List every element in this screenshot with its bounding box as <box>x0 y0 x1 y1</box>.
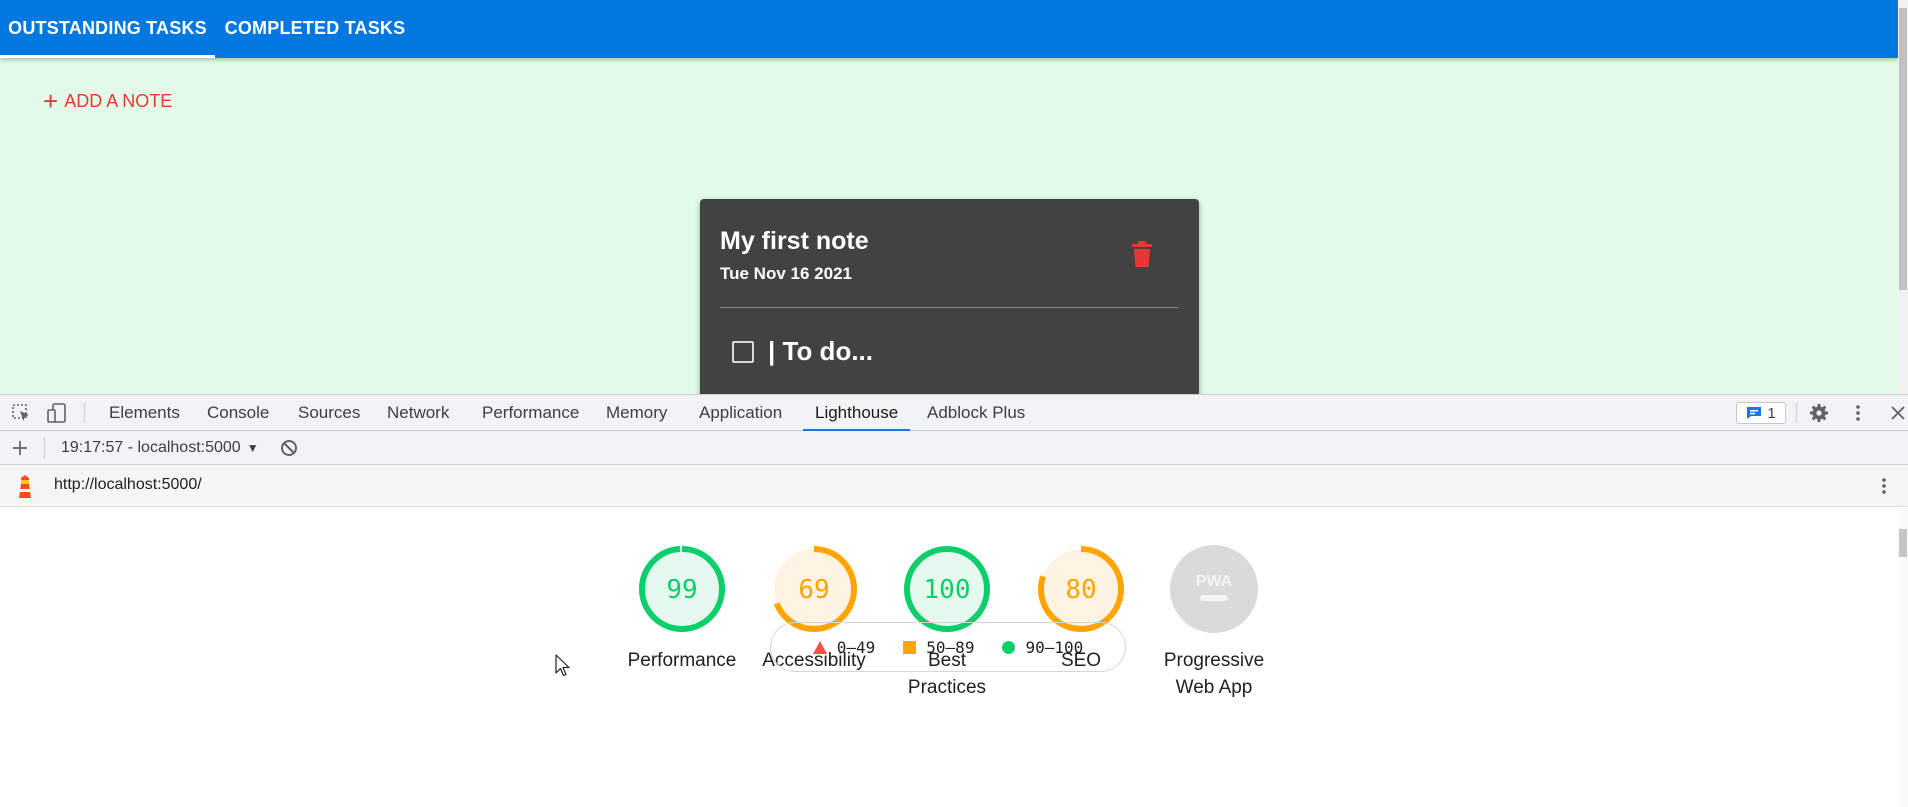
note-item-checkbox[interactable] <box>732 341 754 363</box>
report-url[interactable]: http://localhost:5000/ <box>54 476 202 494</box>
performance-label: Performance <box>627 650 737 671</box>
note-card: My first note Tue Nov 16 2021 | To do... <box>700 199 1199 394</box>
tab-lighthouse[interactable]: Lighthouse <box>802 395 911 431</box>
gauge-pwa[interactable]: PWA Progressive Web App <box>1149 543 1279 701</box>
tab-network[interactable]: Network <box>387 395 449 430</box>
inspect-element-icon[interactable] <box>11 403 31 423</box>
plus-icon[interactable] <box>10 438 30 458</box>
accessibility-score: 69 <box>798 575 829 605</box>
tab-elements[interactable]: Elements <box>109 395 180 430</box>
devtools-panel: Elements Console Sources Network Perform… <box>0 394 1908 807</box>
tab-completed-tasks[interactable]: COMPLETED TASKS <box>215 0 415 58</box>
performance-score-gauge: 99 <box>639 546 725 632</box>
toolbar-divider <box>44 438 45 458</box>
mouse-cursor-icon <box>555 654 570 677</box>
legend-fail-range: 0–49 <box>836 637 876 657</box>
kebab-menu-icon[interactable] <box>1874 476 1894 496</box>
square-icon <box>903 640 917 654</box>
note-divider <box>720 307 1178 308</box>
pwa-badge-text: PWA <box>1196 573 1233 590</box>
add-note-button[interactable]: + ADD A NOTE <box>43 88 172 114</box>
note-date: Tue Nov 16 2021 <box>720 264 852 283</box>
tab-adblock-plus[interactable]: Adblock Plus <box>927 395 1025 430</box>
tab-application[interactable]: Application <box>699 395 782 430</box>
best-practices-score: 100 <box>924 575 971 605</box>
report-select-value: 19:17:57 - localhost:5000 <box>61 439 241 456</box>
app-bar: OUTSTANDING TASKS COMPLETED TASKS <box>0 0 1898 58</box>
note-item-text[interactable]: | To do... <box>768 336 873 367</box>
device-toolbar-icon[interactable] <box>47 403 67 423</box>
app-scrollbar[interactable] <box>1898 0 1908 394</box>
report-url-bar: http://localhost:5000/ <box>0 465 1908 507</box>
report-scrollbar[interactable] <box>1898 507 1908 807</box>
pwa-dash-icon <box>1200 595 1228 601</box>
legend-average-range: 50–89 <box>926 637 975 657</box>
message-icon <box>1747 407 1762 419</box>
score-legend: 0–49 50–89 90–100 <box>770 622 1126 672</box>
pwa-label: Progressive Web App <box>1163 650 1265 698</box>
devtools-tabbar: Elements Console Sources Network Perform… <box>0 395 1908 431</box>
app-viewport: OUTSTANDING TASKS COMPLETED TASKS + ADD … <box>0 0 1908 394</box>
tab-performance[interactable]: Performance <box>482 395 579 430</box>
circle-icon <box>1002 640 1016 654</box>
caret-down-icon: ▼ <box>246 441 259 455</box>
kebab-menu-icon[interactable] <box>1848 403 1868 423</box>
gauge-performance[interactable]: 99 Performance <box>617 543 747 674</box>
seo-score: 80 <box>1065 575 1096 605</box>
report-scrollbar-thumb[interactable] <box>1899 529 1907 557</box>
tab-memory[interactable]: Memory <box>606 395 667 430</box>
toolbar-divider <box>1796 403 1797 423</box>
tab-sources[interactable]: Sources <box>298 395 360 430</box>
note-title: My first note <box>720 227 869 255</box>
trash-icon[interactable] <box>1130 241 1154 267</box>
report-select[interactable]: 19:17:57 - localhost:5000 ▼ <box>61 438 259 458</box>
legend-fail: 0–49 <box>812 637 876 657</box>
lighthouse-icon <box>19 475 31 498</box>
block-icon[interactable] <box>279 438 299 458</box>
tab-outstanding-tasks[interactable]: OUTSTANDING TASKS <box>0 0 215 58</box>
tab-console[interactable]: Console <box>207 395 269 430</box>
legend-pass: 90–100 <box>1002 638 1083 657</box>
plus-icon: + <box>43 86 59 116</box>
app-scrollbar-thumb[interactable] <box>1899 8 1907 290</box>
close-icon[interactable] <box>1888 403 1908 423</box>
triangle-icon <box>812 640 827 654</box>
performance-score: 99 <box>666 575 697 605</box>
lighthouse-toolbar: 19:17:57 - localhost:5000 ▼ <box>0 431 1908 465</box>
gear-icon[interactable] <box>1809 403 1829 423</box>
legend-average: 50–89 <box>903 638 974 657</box>
toolbar-divider <box>84 403 85 423</box>
legend-pass-range: 90–100 <box>1025 637 1084 657</box>
pwa-badge: PWA <box>1170 545 1258 633</box>
add-note-label: ADD A NOTE <box>64 90 173 111</box>
issues-button[interactable]: 1 <box>1736 402 1786 424</box>
issues-count: 1 <box>1767 404 1776 422</box>
